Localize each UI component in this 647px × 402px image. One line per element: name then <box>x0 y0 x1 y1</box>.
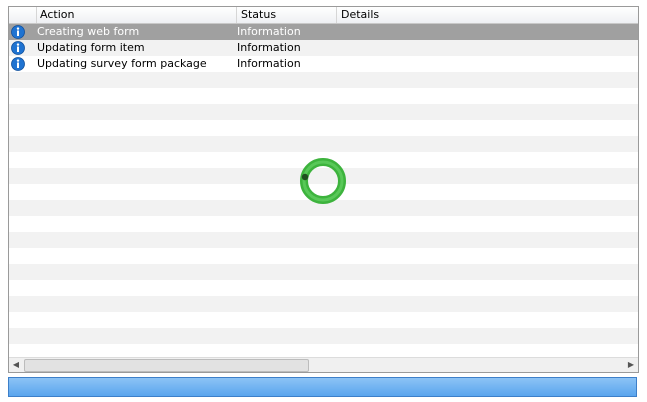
progress-bar <box>8 377 637 397</box>
scroll-right-icon[interactable]: ▶ <box>624 358 638 372</box>
empty-row <box>9 312 638 328</box>
empty-row <box>9 72 638 88</box>
empty-row <box>9 120 638 136</box>
row-status: Information <box>237 25 301 38</box>
empty-row <box>9 232 638 248</box>
column-header-status[interactable]: Status <box>237 7 337 23</box>
table-row[interactable]: Creating web form Information <box>9 24 638 40</box>
row-details <box>341 56 631 72</box>
row-details <box>341 40 631 56</box>
info-icon <box>11 41 25 55</box>
empty-row <box>9 248 638 264</box>
row-status: Information <box>237 57 301 70</box>
row-action: Updating form item <box>37 41 145 54</box>
column-header-details[interactable]: Details <box>337 7 638 23</box>
empty-row <box>9 216 638 232</box>
table-row[interactable]: Updating survey form package Information <box>9 56 638 72</box>
empty-row <box>9 136 638 152</box>
loading-spinner-icon <box>299 157 347 205</box>
list-header: Action Status Details <box>9 7 638 24</box>
scrollbar-thumb[interactable] <box>24 359 309 372</box>
info-icon <box>11 25 25 39</box>
row-details <box>341 24 631 40</box>
empty-row <box>9 264 638 280</box>
empty-row <box>9 104 638 120</box>
empty-row <box>9 344 638 358</box>
empty-row <box>9 296 638 312</box>
horizontal-scrollbar[interactable]: ◀ ▶ <box>9 357 638 372</box>
row-status: Information <box>237 41 301 54</box>
row-action: Creating web form <box>37 25 140 38</box>
empty-row <box>9 328 638 344</box>
scroll-left-icon[interactable]: ◀ <box>9 358 23 372</box>
column-header-action[interactable]: Action <box>37 7 237 23</box>
empty-row <box>9 280 638 296</box>
row-action: Updating survey form package <box>37 57 207 70</box>
empty-row <box>9 88 638 104</box>
info-icon <box>11 57 25 71</box>
table-row[interactable]: Updating form item Information <box>9 40 638 56</box>
header-icon-column[interactable] <box>9 7 37 23</box>
